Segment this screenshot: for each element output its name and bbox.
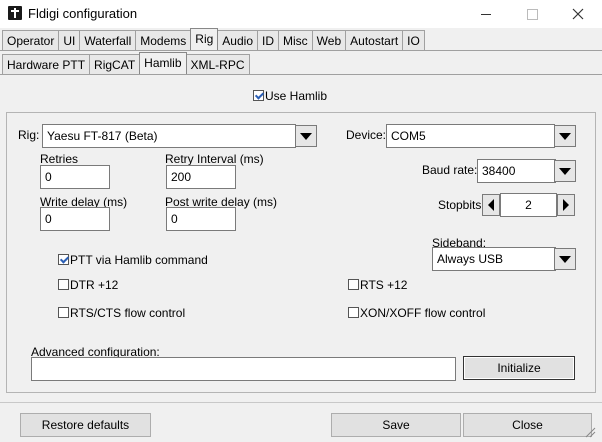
initialize-button[interactable]: Initialize <box>463 356 575 380</box>
advanced-config-input[interactable] <box>31 357 456 381</box>
rig-dropdown-button[interactable] <box>295 125 317 147</box>
tab-autostart[interactable]: Autostart <box>345 30 404 50</box>
main-tabs: Operator UI Waterfall Modems Rig Audio I… <box>2 28 425 50</box>
rig-select[interactable]: Yaesu FT-817 (Beta) <box>42 124 296 148</box>
chevron-right-icon <box>563 199 569 211</box>
rts-label: RTS +12 <box>360 278 408 292</box>
tab-web[interactable]: Web <box>311 30 347 50</box>
tab-id[interactable]: ID <box>257 30 279 50</box>
ptt-hamlib-check[interactable] <box>58 254 69 266</box>
rtscts-label: RTS/CTS flow control <box>70 306 186 320</box>
tab-operator[interactable]: Operator <box>2 30 60 50</box>
dtr-checkbox[interactable]: DTR +12 <box>58 278 118 292</box>
chevron-down-icon <box>559 167 571 175</box>
retries-input[interactable]: 0 <box>40 165 110 189</box>
stopbits-value[interactable]: 2 <box>500 193 557 217</box>
tab-ui[interactable]: UI <box>58 30 81 50</box>
maximize-button[interactable] <box>509 0 555 28</box>
baud-rate-dropdown-button[interactable] <box>554 160 576 182</box>
tab-rigcat[interactable]: RigCAT <box>89 54 141 74</box>
dtr-label: DTR +12 <box>70 278 119 292</box>
xonxoff-label: XON/XOFF flow control <box>360 306 486 320</box>
subtab-divider <box>0 74 602 75</box>
tab-audio[interactable]: Audio <box>217 30 258 50</box>
retry-interval-label: Retry Interval (ms) <box>165 152 264 166</box>
tab-misc[interactable]: Misc <box>278 30 313 50</box>
use-hamlib-check[interactable] <box>253 90 264 102</box>
chevron-down-icon <box>300 132 312 140</box>
rts-checkbox[interactable]: RTS +12 <box>348 278 407 292</box>
retry-interval-input[interactable]: 200 <box>166 165 236 189</box>
device-select[interactable]: COM5 <box>386 124 555 148</box>
close-icon <box>572 8 584 20</box>
app-icon <box>8 6 22 20</box>
use-hamlib-label: Use Hamlib <box>265 89 328 103</box>
stopbits-increment-button[interactable] <box>557 194 575 216</box>
tab-waterfall[interactable]: Waterfall <box>79 30 137 50</box>
post-write-delay-input[interactable]: 0 <box>166 207 236 231</box>
chevron-left-icon <box>488 199 494 211</box>
footer-divider <box>0 402 602 403</box>
device-label: Device: <box>346 128 387 142</box>
tab-hamlib[interactable]: Hamlib <box>139 52 187 74</box>
rig-tabs: Hardware PTT RigCAT Hamlib XML-RPC <box>2 52 250 74</box>
window-title: Fldigi configuration <box>28 6 138 21</box>
save-button[interactable]: Save <box>331 413 461 437</box>
device-dropdown-button[interactable] <box>554 125 576 147</box>
sideband-dropdown-button[interactable] <box>554 248 576 270</box>
dtr-check[interactable] <box>58 279 69 291</box>
sideband-select[interactable]: Always USB <box>432 247 556 271</box>
stopbits-label: Stopbits <box>438 198 482 212</box>
minimize-button[interactable] <box>463 0 509 28</box>
chevron-down-icon <box>559 255 571 263</box>
ptt-hamlib-label: PTT via Hamlib command <box>70 253 208 267</box>
tab-rig[interactable]: Rig <box>190 28 219 50</box>
baud-rate-label: Baud rate: <box>422 163 478 177</box>
stopbits-decrement-button[interactable] <box>482 194 500 216</box>
xonxoff-checkbox[interactable]: XON/XOFF flow control <box>348 306 485 320</box>
tab-hardware-ptt[interactable]: Hardware PTT <box>2 54 91 74</box>
tab-xml-rpc[interactable]: XML-RPC <box>185 54 250 74</box>
restore-defaults-button[interactable]: Restore defaults <box>20 413 151 437</box>
rtscts-check[interactable] <box>58 307 69 319</box>
use-hamlib-checkbox[interactable]: Use Hamlib <box>253 89 327 103</box>
rig-label: Rig: <box>18 128 40 142</box>
tab-io[interactable]: IO <box>402 30 425 50</box>
close-button[interactable]: Close <box>463 413 592 437</box>
write-delay-input[interactable]: 0 <box>40 207 110 231</box>
rtscts-checkbox[interactable]: RTS/CTS flow control <box>58 306 185 320</box>
xonxoff-check[interactable] <box>348 307 359 319</box>
baud-rate-select[interactable]: 38400 <box>477 159 556 183</box>
chevron-down-icon <box>559 132 571 140</box>
tab-modems[interactable]: Modems <box>135 30 192 50</box>
ptt-hamlib-checkbox[interactable]: PTT via Hamlib command <box>58 253 208 267</box>
retries-label: Retries <box>40 152 79 166</box>
close-window-button[interactable] <box>555 0 601 28</box>
rts-check[interactable] <box>348 279 359 291</box>
resize-grip-icon[interactable] <box>584 426 596 441</box>
